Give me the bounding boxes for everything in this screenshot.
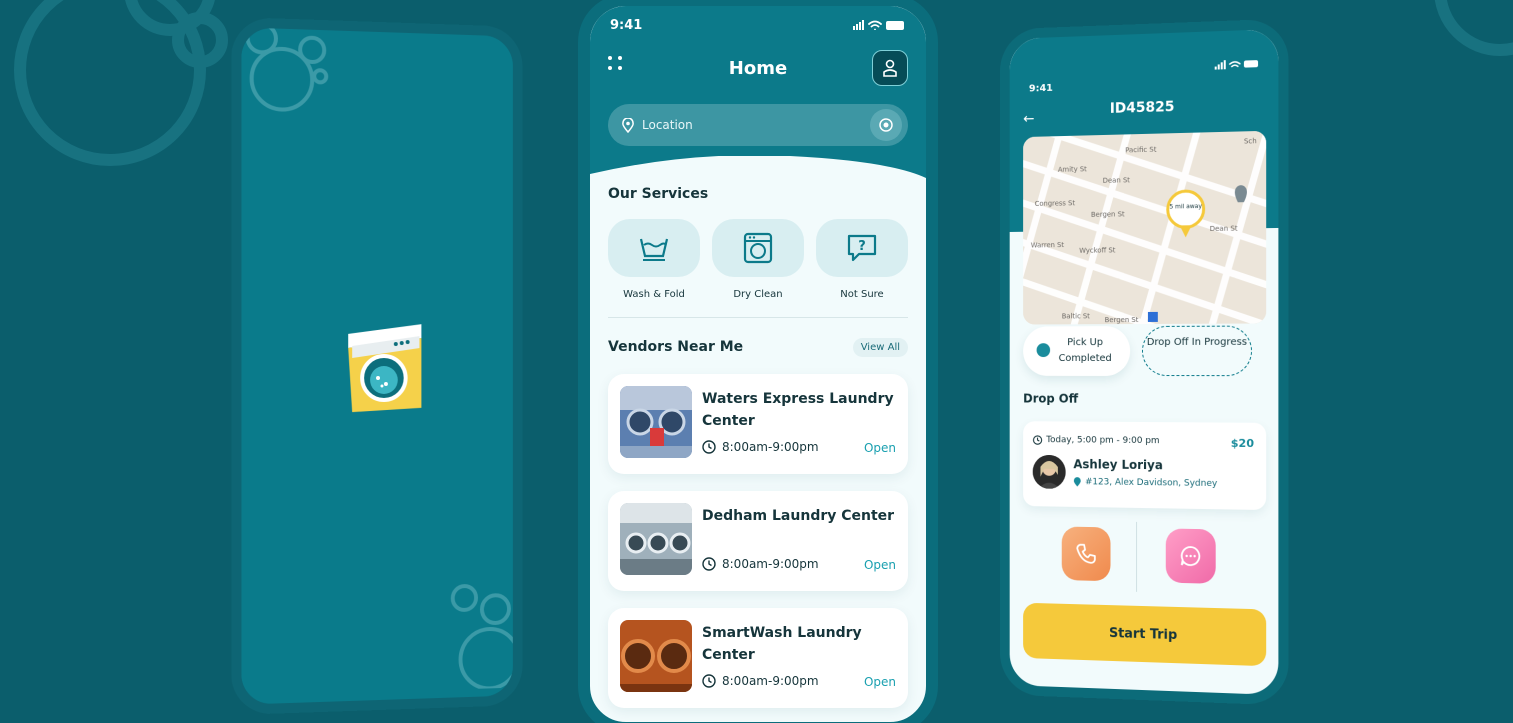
chat-button[interactable]: [1165, 528, 1216, 584]
street-label: Bergen St: [1105, 316, 1139, 324]
splash-phone: [231, 16, 523, 716]
vendor-status: Open: [863, 675, 896, 689]
service-tile: [608, 219, 700, 277]
home-phone: 9:41 Home Location Our Services Wash & F…: [578, 0, 938, 723]
service-not-sure[interactable]: ? Not Sure: [816, 219, 908, 300]
street-label: Sch: [1244, 137, 1257, 146]
location-placeholder: Location: [642, 118, 693, 132]
dropoff-status-pill: Drop Off In Progress: [1142, 325, 1252, 377]
vendor-photo: [620, 386, 692, 458]
vendor-name: Dedham Laundry Center: [702, 508, 895, 524]
service-dry-clean[interactable]: Dry Clean: [712, 219, 804, 300]
clock-icon: [702, 440, 716, 454]
status-icons: [853, 20, 904, 30]
metro-icon: [1147, 311, 1158, 322]
vendor-hours-text: 8:00am-9:00pm: [722, 674, 819, 688]
splash-screen: [241, 27, 512, 705]
vendor-hours: 8:00am-9:00pm: [702, 440, 819, 454]
divider: [608, 317, 908, 318]
vendor-hours-text: 8:00am-9:00pm: [722, 557, 819, 571]
locate-me-button[interactable]: [870, 109, 902, 141]
wifi-icon: [1229, 59, 1241, 68]
battery-icon: [1243, 59, 1259, 68]
vendor-card[interactable]: SmartWash Laundry Center 8:00am-9:00pm O…: [608, 608, 908, 708]
price: $20: [1230, 436, 1255, 451]
vendor-photo: [620, 503, 692, 575]
vendor-card[interactable]: Waters Express Laundry Center 8:00am-9:0…: [608, 374, 908, 474]
chat-bubble-icon: [1179, 544, 1203, 569]
vendor-status: Open: [863, 441, 896, 455]
avatar: [1032, 454, 1066, 489]
svg-text:?: ?: [858, 239, 866, 254]
clock-icon: [702, 674, 716, 688]
street-label: Pacific St: [1125, 146, 1157, 155]
street-label: Baltic St: [1062, 312, 1090, 320]
services-row: Wash & Fold Dry Clean ? Not Sure: [608, 219, 908, 300]
vendor-hours: 8:00am-9:00pm: [702, 557, 819, 571]
address-text: #123, Alex Davidson, Sydney: [1085, 477, 1218, 490]
street-label: Dean St: [1103, 176, 1131, 185]
wash-basin-icon: [639, 238, 669, 261]
signal-icon: [853, 20, 864, 30]
check-icon: [1036, 343, 1051, 358]
status-icons: [1214, 58, 1259, 70]
clock-icon: [1033, 435, 1043, 445]
service-tile: ?: [816, 219, 908, 277]
service-tile: [712, 219, 804, 277]
crosshair-icon: [879, 118, 893, 132]
dropoff-time-text: Today, 5:00 pm - 9:00 pm: [1046, 435, 1160, 447]
profile-button[interactable]: [872, 50, 908, 86]
vendor-status: Open: [863, 558, 896, 572]
status-time: 9:41: [610, 18, 643, 33]
vendor-card[interactable]: Dedham Laundry Center 8:00am-9:00pm Open: [608, 491, 908, 591]
service-label: Not Sure: [840, 289, 884, 300]
wifi-icon: [868, 20, 882, 30]
trip-phone: 9:41 ← ID45825 Pacific St Dean St Amity …: [1000, 18, 1289, 706]
phone-icon: [1075, 543, 1096, 565]
vendor-hours: 8:00am-9:00pm: [702, 674, 819, 688]
dropoff-card[interactable]: Today, 5:00 pm - 9:00 pm $20 Ashley Lori…: [1023, 421, 1267, 511]
user-icon: [883, 59, 897, 77]
map-pin-icon: [1073, 477, 1081, 487]
status-time: 9:41: [1028, 82, 1053, 95]
clock-icon: [702, 557, 716, 571]
battery-icon: [886, 20, 904, 30]
vendor-hours-text: 8:00am-9:00pm: [722, 440, 819, 454]
bubbles-bottom-icon: [441, 569, 519, 690]
start-trip-button[interactable]: Start Trip: [1023, 602, 1267, 667]
washing-machine-icon: [743, 232, 773, 264]
map-pin-icon: [622, 117, 634, 133]
question-bubble-icon: ?: [847, 234, 877, 262]
vendor-photo: [620, 620, 692, 692]
pickup-status-text: Pick Up Completed: [1058, 337, 1112, 364]
customer-name: Ashley Loriya: [1073, 457, 1163, 473]
signal-icon: [1214, 59, 1226, 70]
vendor-name: SmartWash Laundry Center: [702, 625, 862, 663]
call-button[interactable]: [1061, 526, 1111, 582]
service-wash-fold[interactable]: Wash & Fold: [608, 219, 700, 300]
dropoff-status-text: Drop Off In Progress: [1146, 336, 1248, 348]
divider: [1136, 521, 1138, 592]
bubbles-top-icon: [241, 27, 362, 141]
customer-address: #123, Alex Davidson, Sydney: [1073, 477, 1217, 489]
location-search-input[interactable]: Location: [608, 104, 908, 146]
service-label: Wash & Fold: [623, 289, 685, 300]
street-label: Amity St: [1058, 165, 1087, 174]
dropoff-title: Drop Off: [1023, 391, 1079, 406]
vendors-title: Vendors Near Me: [608, 339, 744, 355]
vendor-name: Waters Express Laundry Center: [702, 391, 894, 429]
dropoff-time: Today, 5:00 pm - 9:00 pm: [1033, 435, 1160, 446]
service-label: Dry Clean: [733, 289, 783, 300]
order-id: ID45825: [1109, 99, 1175, 117]
services-title: Our Services: [608, 186, 709, 202]
pickup-status-pill: Pick Up Completed: [1023, 326, 1131, 376]
washing-machine-logo-icon: [348, 323, 422, 413]
street-label: Congress St: [1035, 199, 1076, 208]
view-all-button[interactable]: View All: [852, 338, 908, 357]
header-wave: [1010, 208, 1279, 252]
